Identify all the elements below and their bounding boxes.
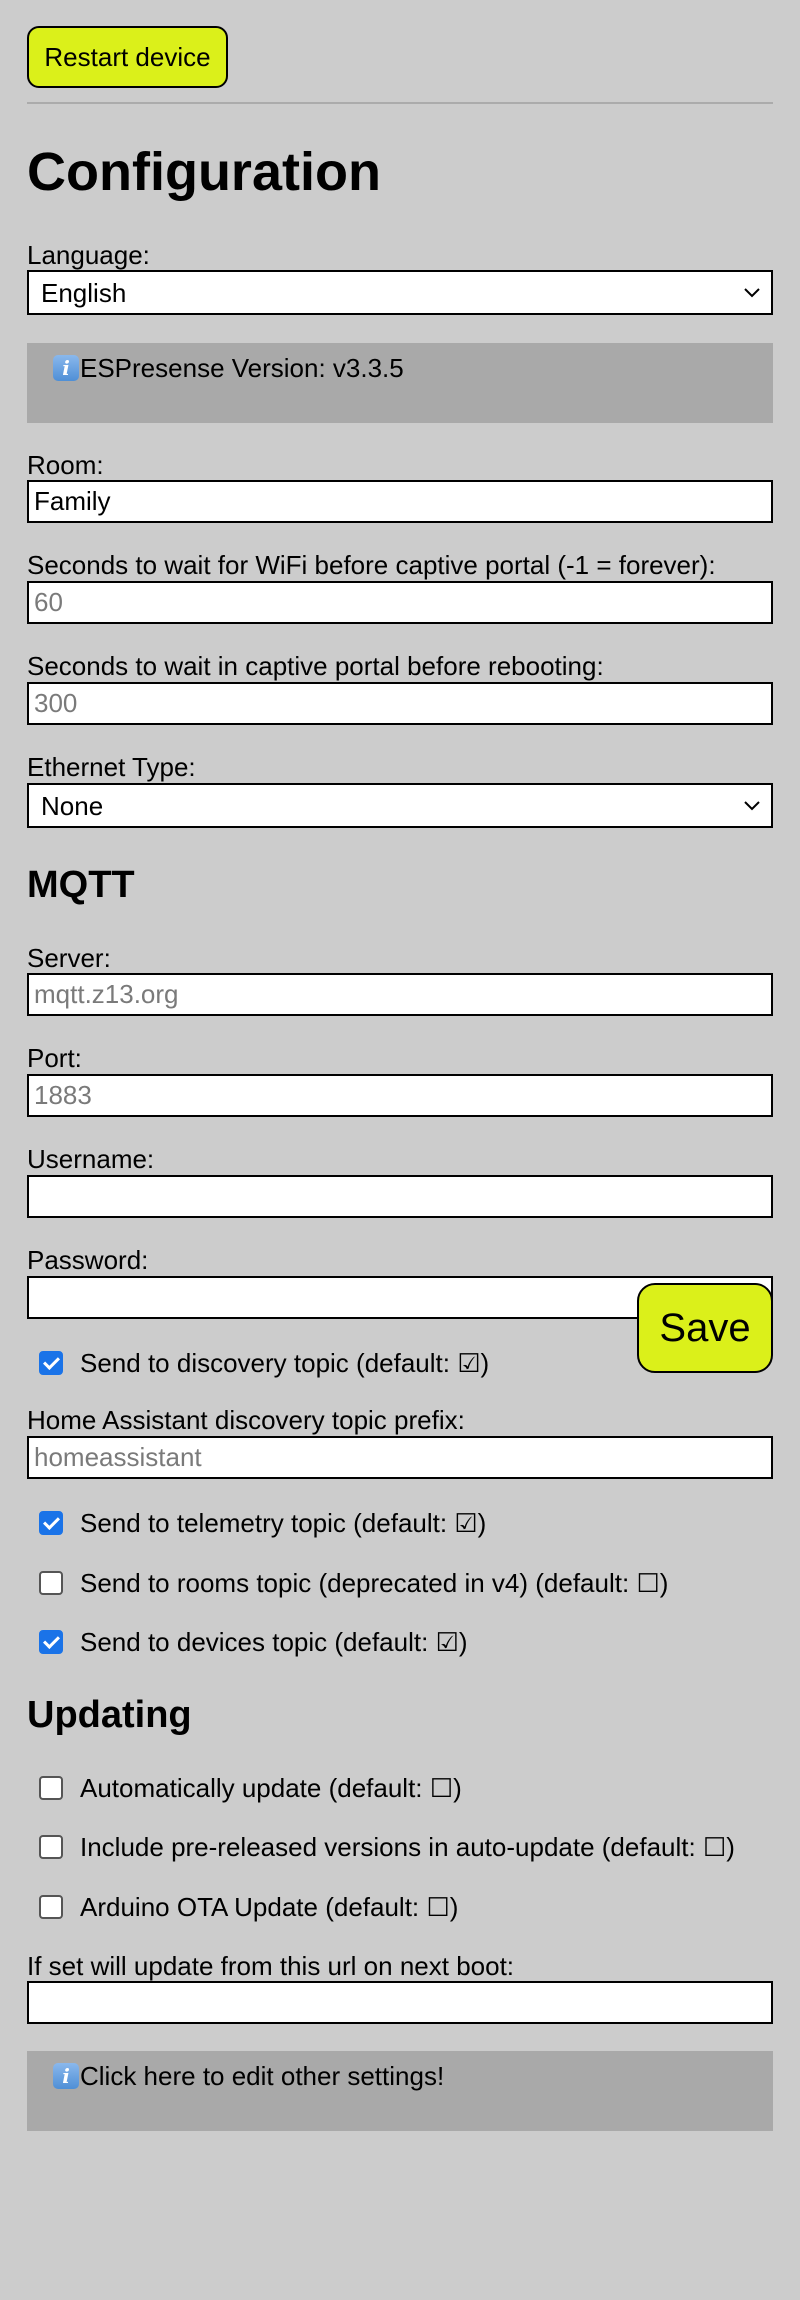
info-icon: i	[53, 355, 79, 381]
username-label: Username:	[27, 1144, 155, 1174]
ethernet-type-label: Ethernet Type:	[27, 752, 196, 782]
wifi-wait-input[interactable]	[27, 581, 773, 624]
updating-heading: Updating	[27, 1694, 192, 1736]
port-input[interactable]	[27, 1074, 773, 1117]
telemetry-checkbox[interactable]	[39, 1511, 63, 1535]
config-page: Restart device Configuration Language: E…	[0, 0, 800, 2300]
devices-label: Send to devices topic (default: ☑)	[80, 1627, 468, 1657]
devices-checkbox[interactable]	[39, 1630, 63, 1654]
portal-wait-input[interactable]	[27, 682, 773, 725]
ethernet-type-select[interactable]: None	[27, 783, 773, 828]
page-title: Configuration	[27, 142, 381, 202]
room-label: Room:	[27, 450, 104, 480]
auto-update-checkbox[interactable]	[39, 1776, 63, 1800]
room-input[interactable]	[27, 480, 773, 523]
language-select[interactable]: English	[27, 270, 773, 315]
username-input[interactable]	[27, 1175, 773, 1218]
language-label: Language:	[27, 240, 150, 270]
ha-prefix-label: Home Assistant discovery topic prefix:	[27, 1405, 465, 1435]
discovery-label: Send to discovery topic (default: ☑)	[80, 1348, 490, 1378]
version-text: ESPresense Version: v3.3.5	[80, 353, 404, 383]
ethernet-type-value: None	[41, 791, 104, 821]
restart-device-button[interactable]: Restart device	[27, 26, 228, 88]
chevron-down-icon	[744, 801, 760, 811]
other-settings-text: Click here to edit other settings!	[80, 2061, 445, 2091]
password-label: Password:	[27, 1245, 149, 1275]
rooms-label: Send to rooms topic (deprecated in v4) (…	[80, 1568, 669, 1598]
mqtt-heading: MQTT	[27, 864, 135, 906]
info-icon: i	[53, 2063, 79, 2089]
auto-update-label: Automatically update (default: ☐)	[80, 1773, 462, 1803]
update-url-input[interactable]	[27, 1981, 773, 2024]
ota-update-label: Arduino OTA Update (default: ☐)	[80, 1892, 459, 1922]
rooms-checkbox[interactable]	[39, 1571, 63, 1595]
discovery-checkbox[interactable]	[39, 1351, 63, 1375]
prerelease-label: Include pre-released versions in auto-up…	[80, 1832, 735, 1862]
server-label: Server:	[27, 943, 111, 973]
ha-prefix-input[interactable]	[27, 1436, 773, 1479]
server-input[interactable]	[27, 973, 773, 1016]
other-settings-link[interactable]: i Click here to edit other settings!	[27, 2051, 773, 2131]
save-button[interactable]: Save	[637, 1283, 773, 1373]
ota-update-checkbox[interactable]	[39, 1895, 63, 1919]
port-label: Port:	[27, 1043, 82, 1073]
divider	[27, 102, 773, 104]
telemetry-label: Send to telemetry topic (default: ☑)	[80, 1508, 487, 1538]
update-url-label: If set will update from this url on next…	[27, 1951, 515, 1981]
prerelease-checkbox[interactable]	[39, 1835, 63, 1859]
wifi-wait-label: Seconds to wait for WiFi before captive …	[27, 550, 716, 580]
chevron-down-icon	[744, 288, 760, 298]
portal-wait-label: Seconds to wait in captive portal before…	[27, 651, 604, 681]
language-select-value: English	[41, 278, 127, 308]
version-info-box: i ESPresense Version: v3.3.5	[27, 343, 773, 423]
